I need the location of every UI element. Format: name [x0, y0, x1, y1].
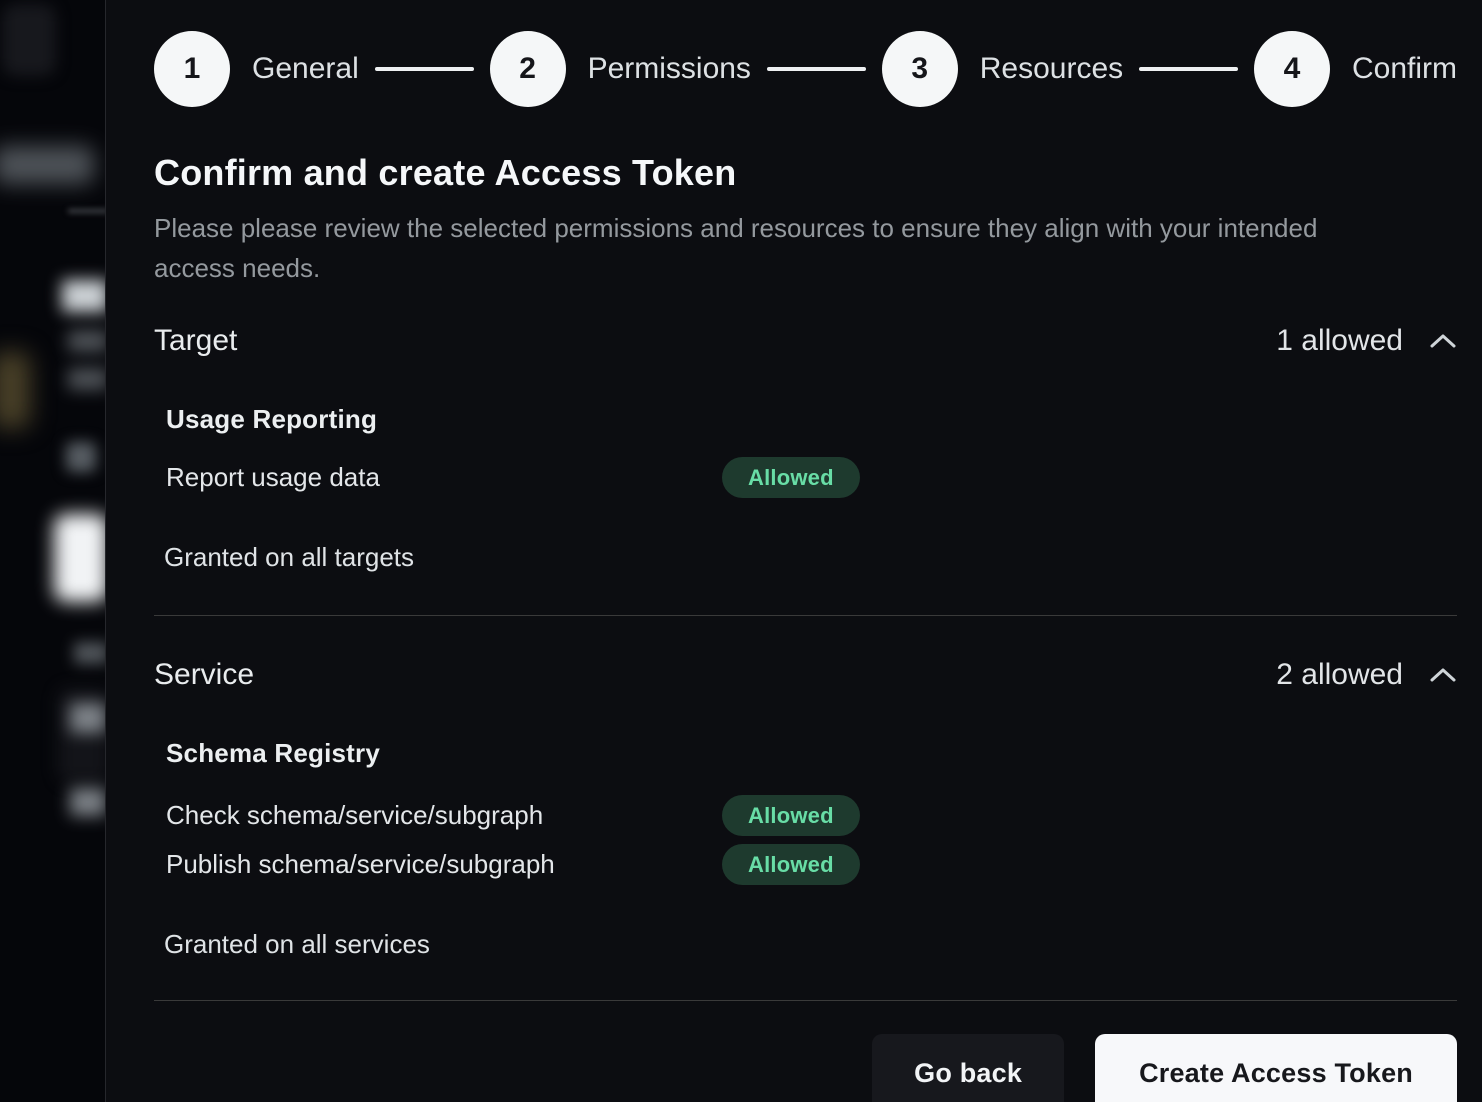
footer-divider	[154, 1000, 1457, 1001]
blurred-icon	[66, 442, 96, 472]
stepper-connector	[1139, 67, 1238, 71]
blurred-heading-text	[62, 280, 105, 312]
blurred-nav-text	[0, 146, 94, 184]
section-divider	[154, 615, 1457, 616]
permission-row: Check schema/service/subgraph Allowed	[166, 795, 1457, 836]
stepper-connector	[375, 67, 474, 71]
step-label: Confirm	[1352, 52, 1457, 86]
step-resources[interactable]: 3 Resources	[882, 31, 1123, 107]
allowed-count: 1 allowed	[1276, 324, 1403, 358]
permission-label: Publish schema/service/subgraph	[166, 849, 722, 880]
permission-group-schema-registry: Schema Registry Check schema/service/sub…	[166, 738, 1457, 885]
group-title: Schema Registry	[166, 738, 1457, 769]
group-title: Usage Reporting	[166, 404, 1457, 435]
chevron-up-icon	[1429, 666, 1457, 684]
granted-note: Granted on all services	[164, 929, 1457, 960]
status-badge: Allowed	[722, 457, 860, 498]
wizard-stepper: 1 General 2 Permissions 3 Resources 4 Co…	[154, 31, 1457, 107]
blurred-sidebar-text	[70, 788, 105, 816]
service-collapse-toggle[interactable]: 2 allowed	[1276, 658, 1457, 692]
stepper-connector	[767, 67, 866, 71]
create-access-token-button[interactable]: Create Access Token	[1095, 1034, 1457, 1102]
step-confirm[interactable]: 4 Confirm	[1254, 31, 1457, 107]
create-access-token-modal: 1 General 2 Permissions 3 Resources 4 Co…	[105, 0, 1482, 1102]
step-permissions[interactable]: 2 Permissions	[490, 31, 751, 107]
step-number-circle: 3	[882, 31, 958, 107]
blurred-logo	[2, 4, 56, 76]
target-collapse-toggle[interactable]: 1 allowed	[1276, 324, 1457, 358]
status-badge: Allowed	[722, 795, 860, 836]
step-number-circle: 1	[154, 31, 230, 107]
chevron-up-icon	[1429, 332, 1457, 350]
blurred-sidebar-text	[70, 703, 105, 733]
permission-group-usage-reporting: Usage Reporting Report usage data Allowe…	[166, 404, 1457, 498]
step-number-circle: 4	[1254, 31, 1330, 107]
blurred-sidebar-text	[74, 642, 105, 664]
step-general[interactable]: 1 General	[154, 31, 359, 107]
step-label: General	[252, 52, 359, 86]
permission-row: Report usage data Allowed	[166, 457, 1457, 498]
permission-label: Report usage data	[166, 462, 722, 493]
status-badge: Allowed	[722, 844, 860, 885]
section-title: Service	[154, 658, 254, 692]
go-back-button[interactable]: Go back	[872, 1034, 1064, 1102]
page-title: Confirm and create Access Token	[154, 152, 1457, 194]
blurred-body-text	[68, 330, 105, 352]
permission-label: Check schema/service/subgraph	[166, 800, 722, 831]
blurred-body-text	[68, 368, 105, 390]
blurred-divider	[68, 209, 105, 213]
section-header-service: Service 2 allowed	[154, 658, 1457, 692]
allowed-count: 2 allowed	[1276, 658, 1403, 692]
page-description: Please please review the selected permis…	[154, 208, 1394, 288]
granted-note: Granted on all targets	[164, 542, 1457, 573]
step-label: Resources	[980, 52, 1123, 86]
modal-footer: Go back Create Access Token	[154, 1034, 1457, 1102]
section-title: Target	[154, 324, 237, 358]
step-number-circle: 2	[490, 31, 566, 107]
blurred-accent-blob	[0, 352, 30, 428]
permission-row: Publish schema/service/subgraph Allowed	[166, 844, 1457, 885]
blurred-white-card	[54, 514, 105, 602]
blurred-app-backdrop	[0, 0, 105, 1102]
section-header-target: Target 1 allowed	[154, 324, 1457, 358]
step-label: Permissions	[588, 52, 751, 86]
